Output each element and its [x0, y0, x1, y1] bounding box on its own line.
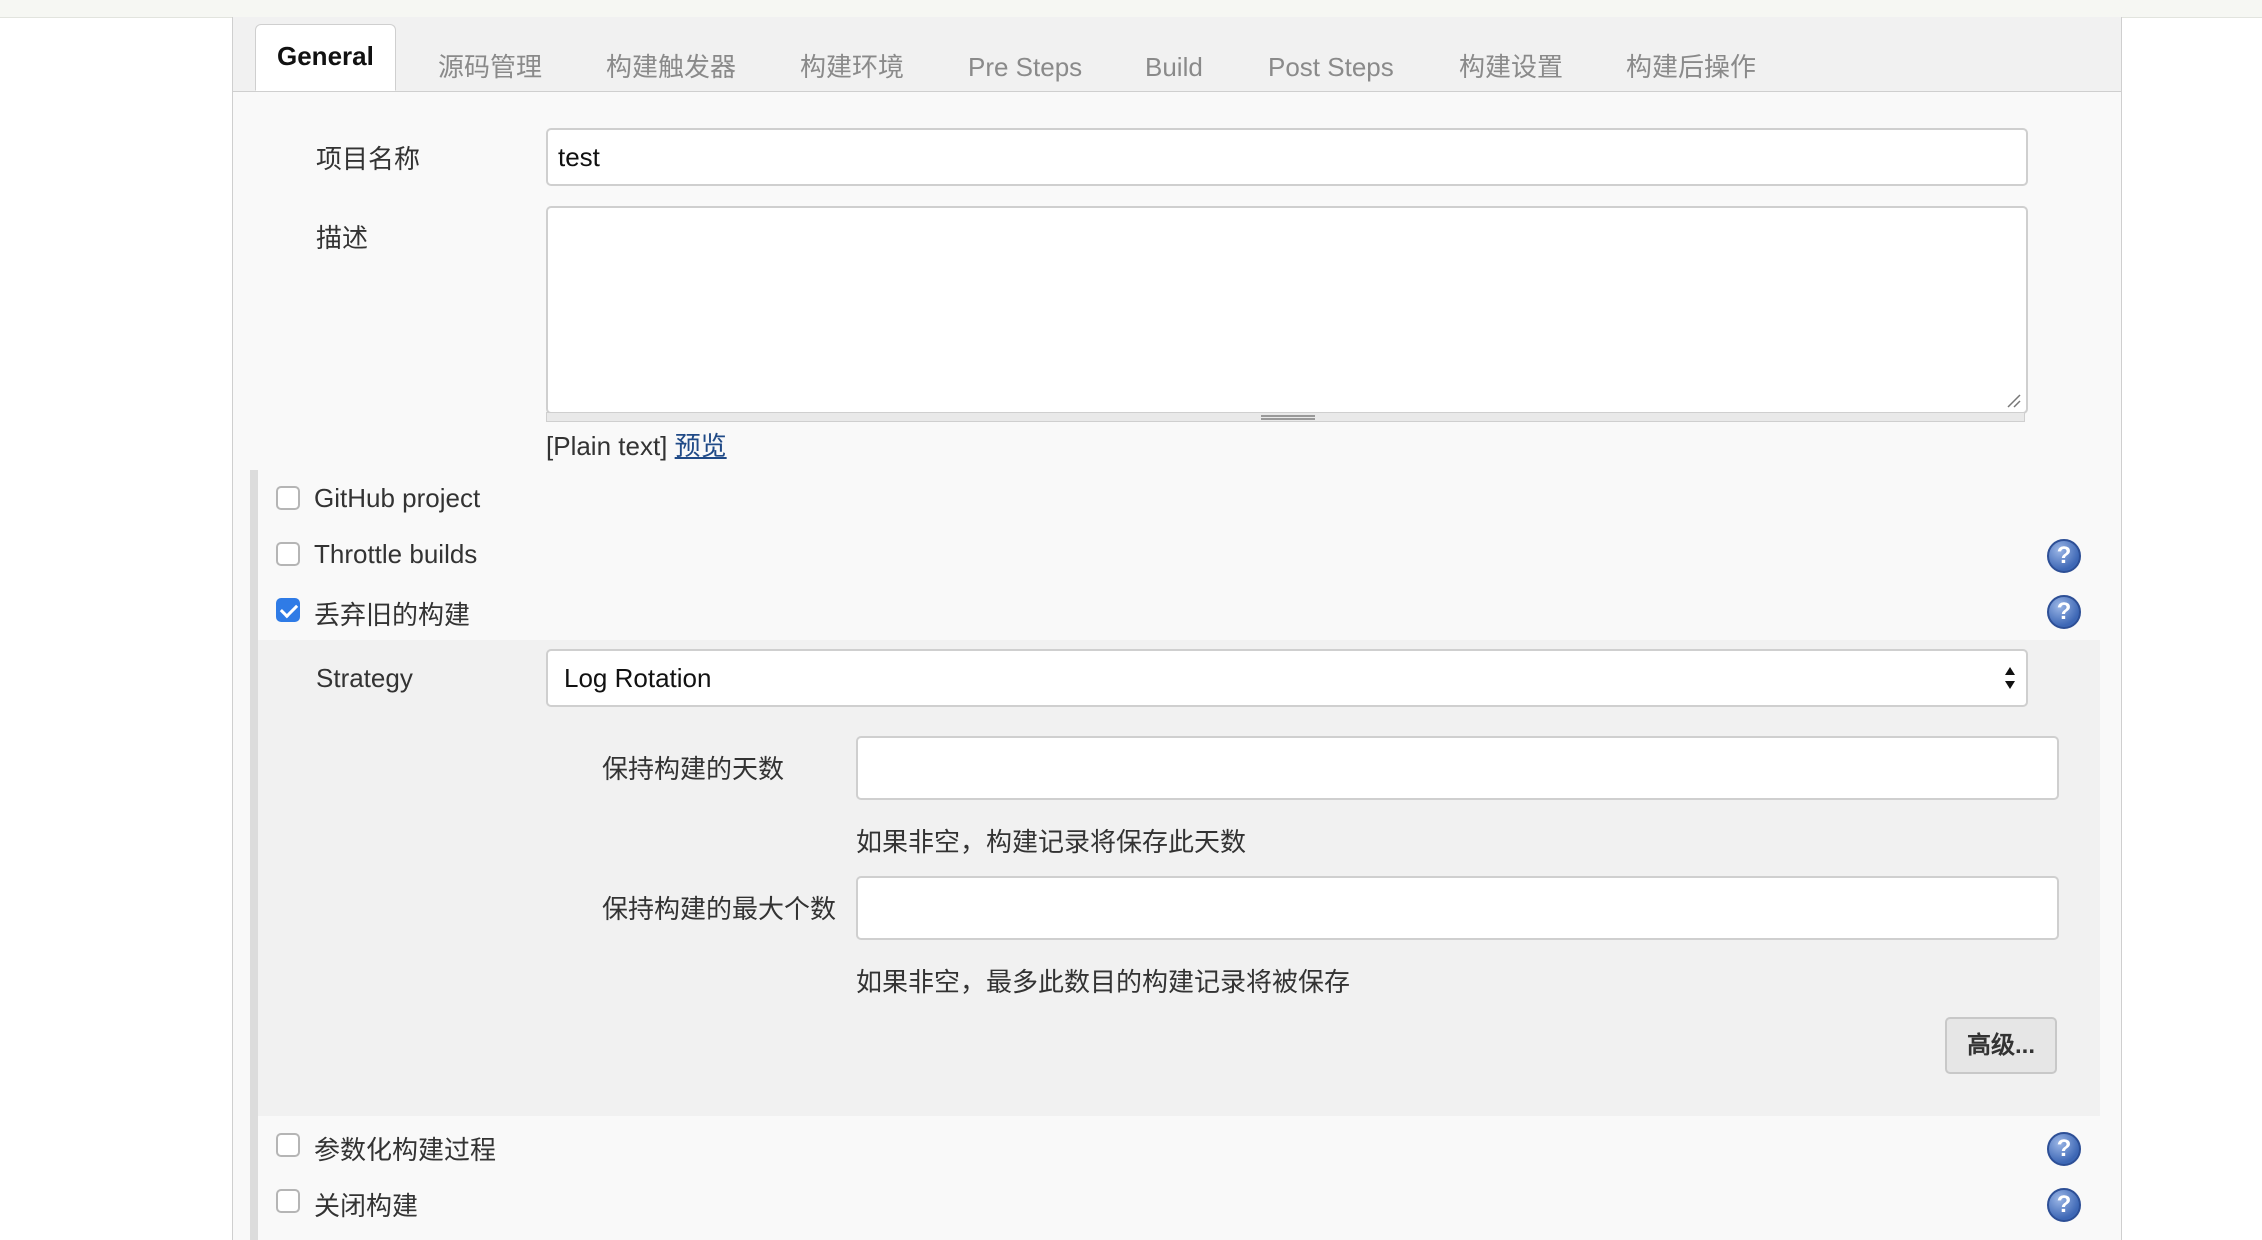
format-plain-text: [Plain text] — [546, 431, 668, 461]
tab-post-build-actions[interactable]: 构建后操作 — [1626, 39, 1756, 91]
tab-build-environment[interactable]: 构建环境 — [800, 39, 904, 91]
github-project-checkbox[interactable] — [276, 486, 300, 510]
throttle-builds-help-icon[interactable]: ? — [2047, 539, 2081, 573]
max-to-keep-hint: 如果非空，最多此数目的构建记录将被保存 — [856, 967, 1351, 997]
max-to-keep-label: 保持构建的最大个数 — [602, 894, 837, 924]
days-to-keep-input[interactable] — [856, 736, 2059, 800]
tab-general[interactable]: General — [255, 24, 396, 91]
resize-corner-icon[interactable] — [2006, 393, 2022, 409]
project-name-label: 项目名称 — [316, 144, 421, 174]
parameterized-build-help-icon[interactable]: ? — [2047, 1132, 2081, 1166]
github-project-label: GitHub project — [314, 483, 481, 513]
parameterized-build-checkbox[interactable] — [276, 1133, 300, 1157]
strategy-select[interactable]: Log Rotation — [546, 649, 2028, 707]
description-format-line: [Plain text] 预览 — [546, 426, 727, 463]
description-textarea[interactable] — [546, 206, 2028, 414]
discard-old-builds-help-icon[interactable]: ? — [2047, 595, 2081, 629]
section-indicator-bar — [250, 470, 258, 1240]
max-to-keep-input[interactable] — [856, 876, 2059, 940]
tab-build[interactable]: Build — [1145, 39, 1203, 91]
parameterized-build-label: 参数化构建过程 — [314, 1135, 497, 1165]
throttle-builds-checkbox[interactable] — [276, 542, 300, 566]
tab-build-triggers[interactable]: 构建触发器 — [606, 39, 736, 91]
tab-bar: General 源码管理 构建触发器 构建环境 Pre Steps Build … — [233, 17, 2121, 92]
strategy-label: Strategy — [316, 663, 413, 693]
tab-source-code-management[interactable]: 源码管理 — [438, 39, 542, 91]
project-name-input[interactable] — [546, 128, 2028, 186]
disable-build-help-icon[interactable]: ? — [2047, 1188, 2081, 1222]
throttle-builds-label: Throttle builds — [314, 539, 478, 569]
preview-link[interactable]: 预览 — [675, 431, 727, 461]
days-to-keep-label: 保持构建的天数 — [602, 754, 785, 784]
days-to-keep-hint: 如果非空，构建记录将保存此天数 — [856, 827, 1247, 857]
tab-build-settings[interactable]: 构建设置 — [1459, 39, 1563, 91]
tab-post-steps[interactable]: Post Steps — [1268, 39, 1394, 91]
advanced-button[interactable]: 高级... — [1945, 1017, 2057, 1074]
disable-build-label: 关闭构建 — [314, 1191, 419, 1221]
select-arrows-icon — [2005, 667, 2015, 689]
textarea-resize-grip[interactable] — [546, 412, 2025, 422]
discard-old-builds-label: 丢弃旧的构建 — [314, 600, 471, 630]
top-strip — [0, 0, 2262, 18]
disable-build-checkbox[interactable] — [276, 1189, 300, 1213]
tab-pre-steps[interactable]: Pre Steps — [968, 39, 1082, 91]
discard-old-builds-checkbox[interactable] — [276, 598, 300, 622]
description-label: 描述 — [316, 223, 369, 253]
strategy-selected-value: Log Rotation — [564, 663, 712, 693]
